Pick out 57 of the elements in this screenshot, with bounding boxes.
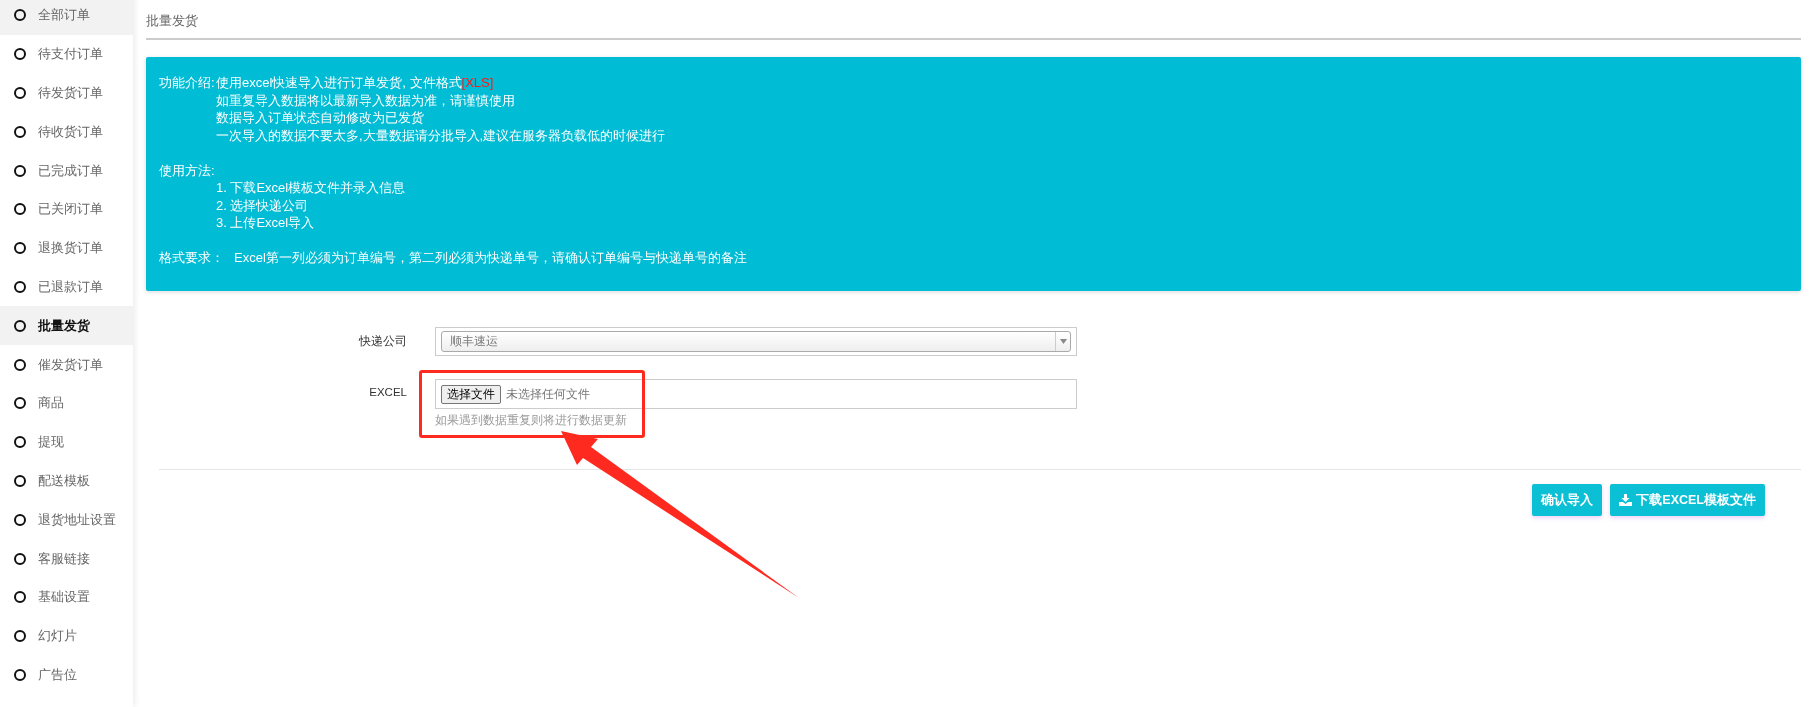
choose-file-button[interactable]: 选择文件 xyxy=(441,384,501,404)
circle-icon xyxy=(14,319,26,332)
circle-icon xyxy=(14,668,26,681)
file-field[interactable]: 选择文件 未选择任何文件 xyxy=(435,379,1077,409)
page-title: 批量发货 xyxy=(146,11,198,30)
sidebar-item[interactable]: 全部订单 xyxy=(0,0,133,35)
circle-icon xyxy=(14,242,26,255)
notice-label: 功能介绍: xyxy=(159,74,216,92)
usage-step: 3. 上传Excel导入 xyxy=(216,214,406,232)
hint-text: 如果遇到数据重复则将进行数据更新 xyxy=(435,412,628,429)
circle-icon xyxy=(14,203,26,216)
sidebar-item[interactable]: 幻灯片 xyxy=(0,616,133,656)
sidebar-item[interactable]: 已完成订单 xyxy=(0,151,133,190)
circle-icon xyxy=(14,9,26,22)
usage-step: 2. 选择快递公司 xyxy=(216,196,406,214)
sidebar-item[interactable]: 广告位 xyxy=(0,655,133,695)
notice-line: 如重复导入数据将以最新导入数据为准，请谨慎使用 xyxy=(216,91,516,109)
sidebar-item[interactable]: 已退款订单 xyxy=(0,267,133,307)
circle-icon xyxy=(14,630,26,643)
sidebar-item[interactable]: 已关闭订单 xyxy=(0,190,133,229)
sidebar-item[interactable]: 退货地址设置 xyxy=(0,500,133,540)
format-tag: [XLS] xyxy=(461,75,494,90)
sidebar-item[interactable]: 提现 xyxy=(0,422,133,462)
sidebar-item[interactable]: 客服链接 xyxy=(0,539,133,578)
select-field[interactable]: 顺丰速运 xyxy=(435,327,1077,356)
notice-label: 格式要求： xyxy=(159,249,224,267)
sidebar-item[interactable]: 配送模板 xyxy=(0,461,133,501)
circle-icon xyxy=(14,513,26,526)
notice-line: 数据导入订单状态自动修改为已发货 xyxy=(216,109,425,127)
circle-icon xyxy=(14,164,26,177)
caret-icon xyxy=(1059,339,1067,344)
circle-icon xyxy=(14,591,26,604)
sidebar-item[interactable]: 待支付订单 xyxy=(0,34,133,74)
sidebar-item[interactable]: 商品 xyxy=(0,383,133,423)
sidebar-item[interactable]: 待发货订单 xyxy=(0,73,133,113)
circle-icon xyxy=(14,87,26,99)
requirement-text: Excel第一列必须为订单编号，第二列必须为快递单号，请确认订单编号与快递单号的备注 xyxy=(234,249,747,267)
circle-icon xyxy=(14,436,26,449)
usage-step: 1. 下载Excel模板文件并录入信息 xyxy=(216,179,406,197)
circle-icon xyxy=(14,552,26,565)
sidebar-item[interactable]: 退换货订单 xyxy=(0,228,133,268)
download-icon xyxy=(1619,494,1633,506)
sidebar-item[interactable]: 催发货订单 xyxy=(0,345,133,384)
circle-icon xyxy=(14,48,26,61)
circle-icon xyxy=(14,474,26,487)
notice-label: 使用方法: xyxy=(159,161,216,179)
sidebar-item[interactable]: 批量发货 xyxy=(0,306,133,346)
notice-line: 使用excel快速导入进行订单发货, 文件格式 xyxy=(216,75,462,90)
sidebar-item[interactable]: 基础设置 xyxy=(0,577,133,617)
field-label: 快递公司 xyxy=(358,334,407,349)
sidebar-item[interactable]: 待收货订单 xyxy=(0,112,133,152)
circle-icon xyxy=(14,358,26,371)
field-label: EXCEL xyxy=(368,385,407,398)
circle-icon xyxy=(14,397,26,410)
notice-line: 一次导入的数据不要太多,大量数据请分批导入,建议在服务器负载低的时候进行 xyxy=(216,126,666,144)
circle-icon xyxy=(14,125,26,138)
circle-icon xyxy=(14,280,26,293)
